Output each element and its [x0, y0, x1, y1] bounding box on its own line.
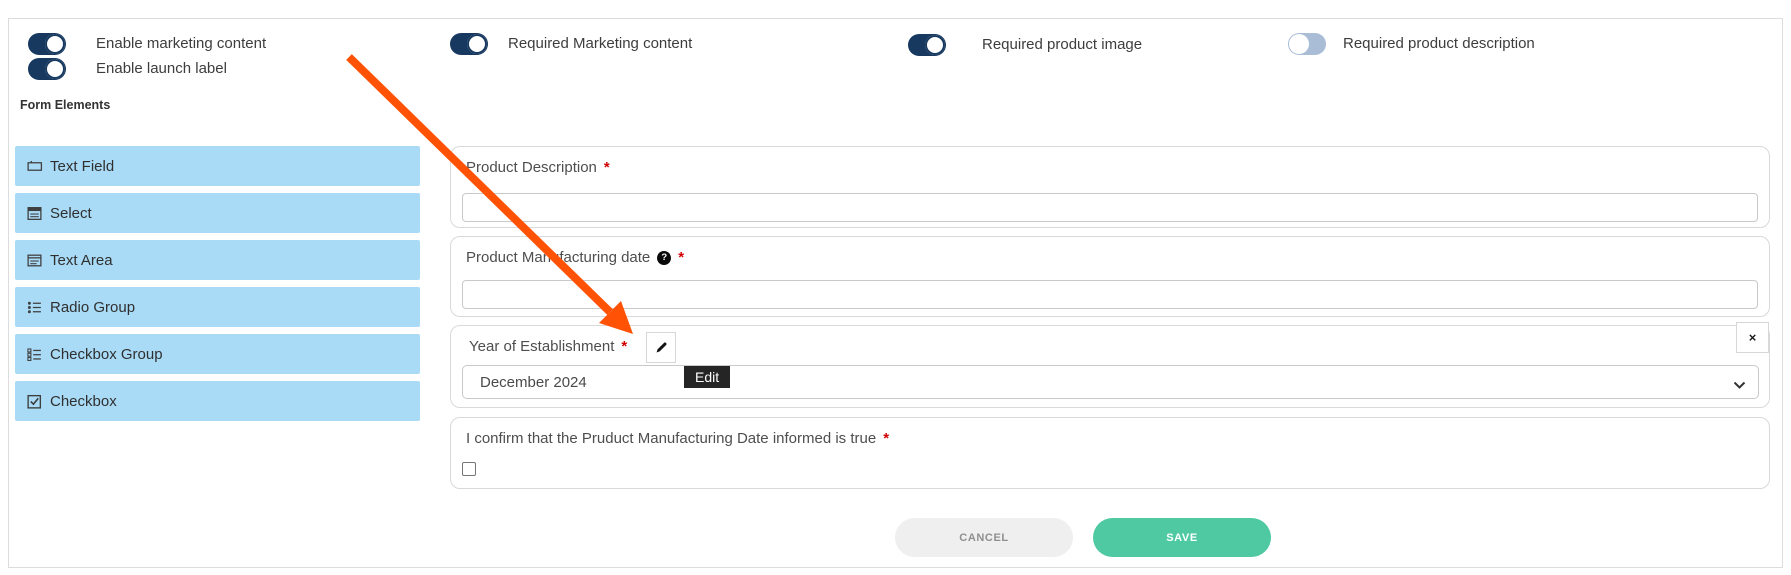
toggle-knob: [1289, 34, 1309, 54]
help-icon[interactable]: ?: [657, 251, 671, 265]
product-description-input[interactable]: [462, 193, 1758, 222]
edit-tooltip: Edit: [684, 366, 730, 388]
confirmation-checkbox[interactable]: [462, 462, 476, 476]
field-label-year-of-establishment: Year of Establishment *: [469, 338, 627, 355]
toggle-enable-marketing-content[interactable]: [28, 33, 66, 55]
cancel-button[interactable]: CANCEL: [895, 518, 1073, 557]
toggle-knob: [45, 34, 65, 54]
toggle-label-required-product-description: Required product description: [1343, 35, 1535, 52]
checkbox-group-icon: [26, 346, 43, 363]
sidebar-item-label: Checkbox Group: [50, 346, 163, 363]
checkbox-icon: [26, 393, 43, 410]
toggle-enable-launch-label[interactable]: [28, 58, 66, 80]
pencil-icon: [654, 340, 669, 355]
field-panel-confirmation: I confirm that the Pruduct Manufacturing…: [450, 417, 1770, 489]
toggle-label-required-marketing-content: Required Marketing content: [508, 35, 692, 52]
field-panel-product-manufacturing-date: Product Manufacturing date ? *: [450, 236, 1770, 317]
field-label-product-manufacturing-date: Product Manufacturing date ? *: [466, 249, 684, 266]
sidebar-item-label: Text Field: [50, 158, 114, 175]
toggle-required-product-description[interactable]: [1288, 33, 1326, 55]
sidebar-item-checkbox-group[interactable]: Checkbox Group: [15, 334, 420, 374]
sidebar-item-label: Radio Group: [50, 299, 135, 316]
toggle-label-enable-marketing-content: Enable marketing content: [96, 35, 266, 52]
field-label-text: Year of Establishment: [469, 338, 614, 355]
remove-field-button[interactable]: ×: [1736, 322, 1769, 353]
select-icon: [26, 205, 43, 222]
toggle-knob: [45, 59, 65, 79]
edit-field-button[interactable]: [646, 332, 676, 363]
toggle-required-marketing-content[interactable]: [450, 33, 488, 55]
sidebar-item-label: Select: [50, 205, 92, 222]
field-label-product-description: Product Description *: [466, 159, 610, 176]
field-label-text: I confirm that the Pruduct Manufacturing…: [466, 430, 876, 447]
text-area-icon: [26, 252, 43, 269]
required-asterisk: *: [883, 430, 889, 447]
toggle-label-enable-launch-label: Enable launch label: [96, 60, 227, 77]
sidebar-item-radio-group[interactable]: Radio Group: [15, 287, 420, 327]
required-asterisk: *: [604, 159, 610, 176]
text-field-icon: [26, 158, 43, 175]
toggle-label-required-product-image: Required product image: [982, 36, 1142, 53]
field-panel-year-of-establishment: Year of Establishment * Edit × December …: [450, 325, 1770, 408]
sidebar-item-text-area[interactable]: Text Area: [15, 240, 420, 280]
chevron-down-icon: [1733, 377, 1746, 395]
form-elements-title: Form Elements: [20, 98, 110, 112]
sidebar-item-text-field[interactable]: Text Field: [15, 146, 420, 186]
sidebar-item-select[interactable]: Select: [15, 193, 420, 233]
required-asterisk: *: [678, 249, 684, 266]
select-value: December 2024: [480, 374, 587, 391]
radio-group-icon: [26, 299, 43, 316]
toggle-knob: [925, 35, 945, 55]
field-label-confirmation: I confirm that the Pruduct Manufacturing…: [466, 430, 889, 447]
save-button[interactable]: SAVE: [1093, 518, 1271, 557]
form-builder-page: Enable marketing content Required Market…: [0, 0, 1791, 575]
sidebar-item-label: Text Area: [50, 252, 113, 269]
toggle-knob: [467, 34, 487, 54]
field-label-text: Product Description: [466, 159, 597, 176]
sidebar-item-label: Checkbox: [50, 393, 117, 410]
toggle-required-product-image[interactable]: [908, 34, 946, 56]
field-label-text: Product Manufacturing date: [466, 249, 650, 266]
year-of-establishment-select[interactable]: December 2024: [462, 365, 1759, 399]
required-asterisk: *: [621, 338, 627, 355]
product-manufacturing-date-input[interactable]: [462, 280, 1758, 309]
sidebar-item-checkbox[interactable]: Checkbox: [15, 381, 420, 421]
field-panel-product-description: Product Description *: [450, 146, 1770, 228]
